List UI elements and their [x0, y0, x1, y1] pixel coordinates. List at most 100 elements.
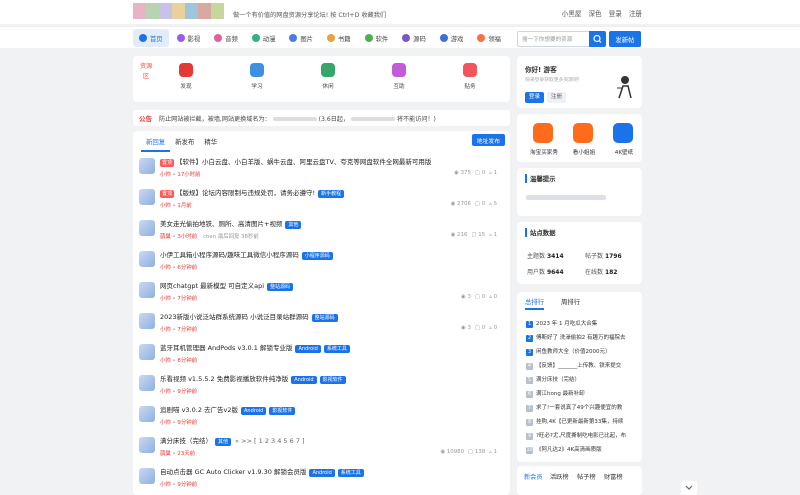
- app-label[interactable]: 看小姐姐: [565, 148, 603, 156]
- thread-badge-2[interactable]: 影视软件: [269, 407, 296, 415]
- rank-item[interactable]: 9 ?旺必?尤,尺度撕制吃电影已比起，布: [526, 431, 626, 440]
- thread-badge[interactable]: 其他: [215, 438, 232, 446]
- login-link[interactable]: 登录: [609, 8, 622, 18]
- table-row[interactable]: 小伊工具箱小程序源码/趣味工具微信小程序源码 小程序源码 小帅 • 6分钟前: [138, 245, 505, 276]
- thread-author[interactable]: 小帅: [160, 389, 171, 395]
- site-logo[interactable]: [133, 3, 225, 19]
- nav-item-6[interactable]: 软件: [359, 29, 395, 47]
- thread-title[interactable]: 小伊工具箱小程序源码/趣味工具微信小程序源码 小程序源码: [160, 249, 333, 260]
- thread-title[interactable]: 置顶 【版规】论坛内容限制与违规处罚，请务必遵守! 新手教程: [160, 187, 345, 198]
- table-row[interactable]: 追剧喵 v3.0.2 去广告v2版 Android 影视软件 小帅 • 9分钟前: [138, 400, 505, 431]
- thread-author[interactable]: 小帅: [160, 296, 171, 302]
- rank-item[interactable]: 1 2023 年 1 月吃瓜大合集: [526, 319, 597, 328]
- category-item-3[interactable]: 互助: [383, 59, 415, 90]
- thread-title[interactable]: 置顶 【软件】小白云盘、小白羊版、蜗牛云盘、阿里云盘TV、夸克等网盘软件全网最新可…: [160, 156, 431, 167]
- thread-badge[interactable]: 其他: [285, 221, 302, 229]
- login-button[interactable]: 登录: [525, 92, 544, 103]
- avatar[interactable]: [139, 189, 155, 205]
- thread-badge-2[interactable]: 系统工具: [323, 345, 350, 353]
- table-row[interactable]: 蓝牙耳机管理器 AndPods v3.0.1 解锁专业版 Android 系统工具小…: [138, 338, 505, 369]
- tab-featured[interactable]: 精华: [199, 133, 222, 152]
- rank-item[interactable]: 6 满江hong 最新补卸: [526, 389, 585, 398]
- app-label[interactable]: 淘宝买家秀: [525, 148, 563, 156]
- new-post-button[interactable]: 发新帖: [609, 31, 641, 47]
- nav-item-8[interactable]: 游戏: [434, 29, 470, 47]
- table-row[interactable]: 置顶 【版规】论坛内容限制与违规处罚，请务必遵守! 新手教程 小帅 • 1月前 ◉ 27…: [138, 183, 505, 214]
- avatar[interactable]: [139, 313, 155, 329]
- table-row[interactable]: 满分床技（完结） 其他» >> [ 1 2 3 4 5 6 7 ] 鹊巢 • 23天…: [138, 431, 505, 462]
- thread-badge[interactable]: Android: [291, 376, 317, 384]
- app-2-icon[interactable]: [613, 123, 633, 143]
- avatar[interactable]: [139, 220, 155, 236]
- nav-item-0[interactable]: 首页: [133, 29, 169, 47]
- thread-title[interactable]: 网页chatgpt 最新模型 可自定义api 整站源码: [160, 280, 294, 291]
- avatar[interactable]: [139, 251, 155, 267]
- category-item-0[interactable]: 发现: [170, 59, 202, 90]
- thread-badge[interactable]: 小程序源码: [301, 252, 333, 260]
- tab-posts-rank[interactable]: 帖子榜: [577, 472, 596, 481]
- avatar[interactable]: [139, 375, 155, 391]
- search-button[interactable]: [589, 31, 606, 47]
- rank-item[interactable]: 10 《阿凡达2》4K高清画质版: [526, 445, 602, 454]
- rank-item[interactable]: 4 【反馈】_______上传教、铁来提交: [526, 361, 621, 370]
- register-button[interactable]: 注册: [547, 92, 566, 103]
- category-item-4[interactable]: 贴务: [454, 59, 486, 90]
- tab-active[interactable]: 活跃榜: [550, 472, 569, 481]
- nav-item-9[interactable]: 领福: [471, 29, 507, 47]
- blacklist-link[interactable]: 小黑屋: [562, 8, 582, 18]
- table-row[interactable]: 自动点击器 GC Auto Clicker v1.9.30 解锁会员版 Andro…: [138, 462, 505, 493]
- thread-author[interactable]: 小帅: [160, 420, 171, 426]
- avatar[interactable]: [139, 344, 155, 360]
- thread-pages[interactable]: » >> [ 1 2 3 4 5 6 7 ]: [235, 437, 305, 445]
- thread-badge[interactable]: Android: [295, 345, 321, 353]
- thread-badge[interactable]: 整站源码: [311, 314, 338, 322]
- table-row[interactable]: 2023新版小说泛站群系统源码 小说泛目录站群源码 整站源码 小帅 • 7分钟前 ◉ …: [138, 307, 505, 338]
- thread-title[interactable]: 乐看视频 v1.5.5.2 免费影视播放软件纯净版 Android 影视软件: [160, 373, 346, 384]
- thread-badge-2[interactable]: 影视软件: [319, 376, 346, 384]
- tab-wealth-rank[interactable]: 财富榜: [604, 472, 623, 481]
- tab-weekly-rank[interactable]: 周排行: [561, 297, 580, 306]
- avatar[interactable]: [139, 406, 155, 422]
- thread-badge[interactable]: 新手教程: [318, 190, 345, 198]
- tab-new-replies[interactable]: 新回复: [141, 133, 171, 152]
- thread-badge[interactable]: Android: [309, 469, 335, 477]
- thread-title[interactable]: 美女走光偷拍地铁、厕所、高清图片+视频 其他: [160, 218, 302, 229]
- rank-item[interactable]: 5 满分床技（完结）: [526, 375, 580, 384]
- nav-item-4[interactable]: 图片: [283, 29, 319, 47]
- nav-item-5[interactable]: 书籍: [321, 29, 357, 47]
- thread-author[interactable]: 小帅: [160, 172, 171, 178]
- thread-author[interactable]: 小帅: [160, 358, 171, 364]
- thread-author[interactable]: 小帅: [160, 265, 171, 271]
- avatar[interactable]: [139, 468, 155, 484]
- avatar[interactable]: [139, 158, 155, 174]
- table-row[interactable]: 美女走光偷拍地铁、厕所、高清图片+视频 其他 鹊巢 • 3小时前 chen 最后回复 …: [138, 214, 505, 245]
- thread-title[interactable]: 追剧喵 v3.0.2 去广告v2版 Android 影视软件: [160, 404, 296, 415]
- table-row[interactable]: 网页chatgpt 最新模型 可自定义api 整站源码 小帅 • 7分钟前 ◉ 3 ▢ …: [138, 276, 505, 307]
- category-item-2[interactable]: 休闲: [312, 59, 344, 90]
- app-label[interactable]: 4K壁纸: [605, 148, 643, 156]
- address-publish-button[interactable]: 地址发布: [471, 134, 505, 146]
- app-0-icon[interactable]: [533, 123, 553, 143]
- dark-mode-toggle[interactable]: 深色: [588, 8, 601, 18]
- thread-author[interactable]: 小帅: [160, 482, 171, 488]
- thread-author[interactable]: 鹊巢: [160, 451, 171, 457]
- app-1-icon[interactable]: [573, 123, 593, 143]
- thread-badge[interactable]: 整站源码: [267, 283, 294, 291]
- nav-item-7[interactable]: 源码: [396, 29, 432, 47]
- rank-item[interactable]: 8 挂购,4K【已更新最新第33集，持续: [526, 417, 623, 426]
- thread-title[interactable]: 2023新版小说泛站群系统源码 小说泛目录站群源码 整站源码: [160, 311, 338, 322]
- rank-item[interactable]: 3 闲鱼教师大全（价值2000元）: [526, 347, 611, 356]
- thread-author[interactable]: 鹊巢: [160, 234, 171, 240]
- rank-item[interactable]: 7 求了!一套说真了49个兴趣便宜的教: [526, 403, 622, 412]
- tab-new-members[interactable]: 新会员: [524, 472, 543, 481]
- category-item-1[interactable]: 学习: [241, 59, 273, 90]
- nav-item-2[interactable]: 音频: [208, 29, 244, 47]
- thread-author[interactable]: 小帅: [160, 327, 171, 333]
- thread-title[interactable]: 蓝牙耳机管理器 AndPods v3.0.1 解锁专业版 Android 系统工具: [160, 342, 350, 353]
- register-link[interactable]: 注册: [629, 8, 642, 18]
- thread-title[interactable]: 满分床技（完结） 其他» >> [ 1 2 3 4 5 6 7 ]: [160, 435, 305, 446]
- thread-badge[interactable]: Android: [241, 407, 267, 415]
- thread-title[interactable]: 自动点击器 GC Auto Clicker v1.9.30 解锁会员版 Andro…: [160, 466, 364, 477]
- avatar[interactable]: [139, 437, 155, 453]
- rank-item[interactable]: 2 傅斯好了 洗澡偷拍2 有趣万的福院去: [526, 333, 626, 342]
